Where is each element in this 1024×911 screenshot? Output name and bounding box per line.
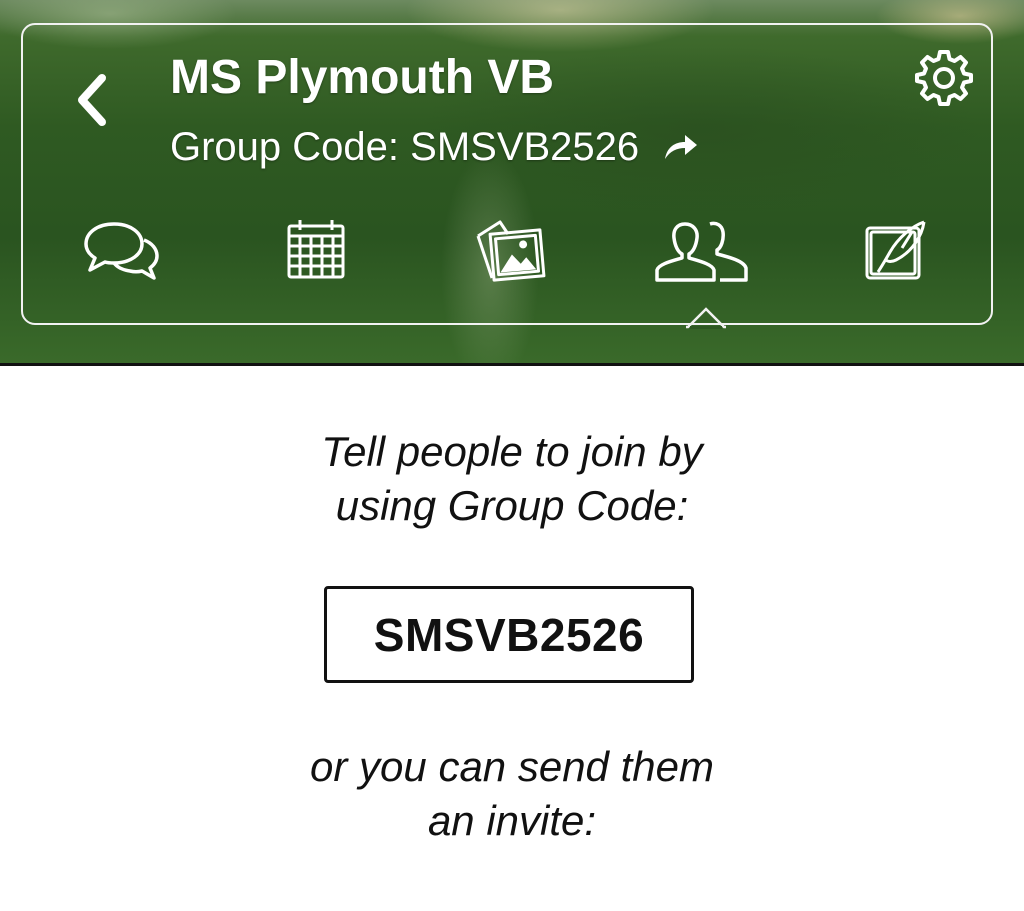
invite-instruction-line1: or you can send them: [310, 743, 714, 790]
back-button[interactable]: [66, 68, 116, 132]
group-header: MS Plymouth VB Group Code: SMSVB2526: [0, 0, 1024, 364]
group-title: MS Plymouth VB: [170, 51, 555, 104]
active-tab-indicator: [686, 307, 726, 329]
join-instruction-line1: Tell people to join by: [321, 428, 703, 475]
gear-icon[interactable]: [914, 48, 974, 108]
people-icon: [655, 221, 748, 282]
group-code-box: SMSVB2526: [324, 586, 694, 683]
tab-members[interactable]: [654, 218, 750, 284]
chat-bubbles-icon: [84, 222, 159, 280]
invite-instruction-line2: an invite:: [427, 797, 597, 844]
tab-calendar[interactable]: [286, 218, 346, 280]
share-arrow-icon[interactable]: [661, 131, 699, 163]
tab-notes[interactable]: [862, 218, 928, 282]
invite-instruction: or you can send them an invite:: [0, 740, 1024, 848]
tab-chat[interactable]: [80, 218, 162, 284]
join-instruction-line2: using Group Code:: [335, 482, 689, 529]
group-code-row: Group Code: SMSVB2526: [170, 122, 699, 172]
tab-photos[interactable]: [474, 218, 546, 282]
calendar-icon: [287, 220, 345, 279]
header-divider: [0, 363, 1024, 366]
chevron-left-icon: [78, 74, 106, 126]
quill-note-icon: [865, 220, 926, 280]
photos-icon: [476, 220, 546, 282]
join-instruction: Tell people to join by using Group Code:: [0, 425, 1024, 533]
group-code-label: Group Code: SMSVB2526: [170, 124, 640, 169]
